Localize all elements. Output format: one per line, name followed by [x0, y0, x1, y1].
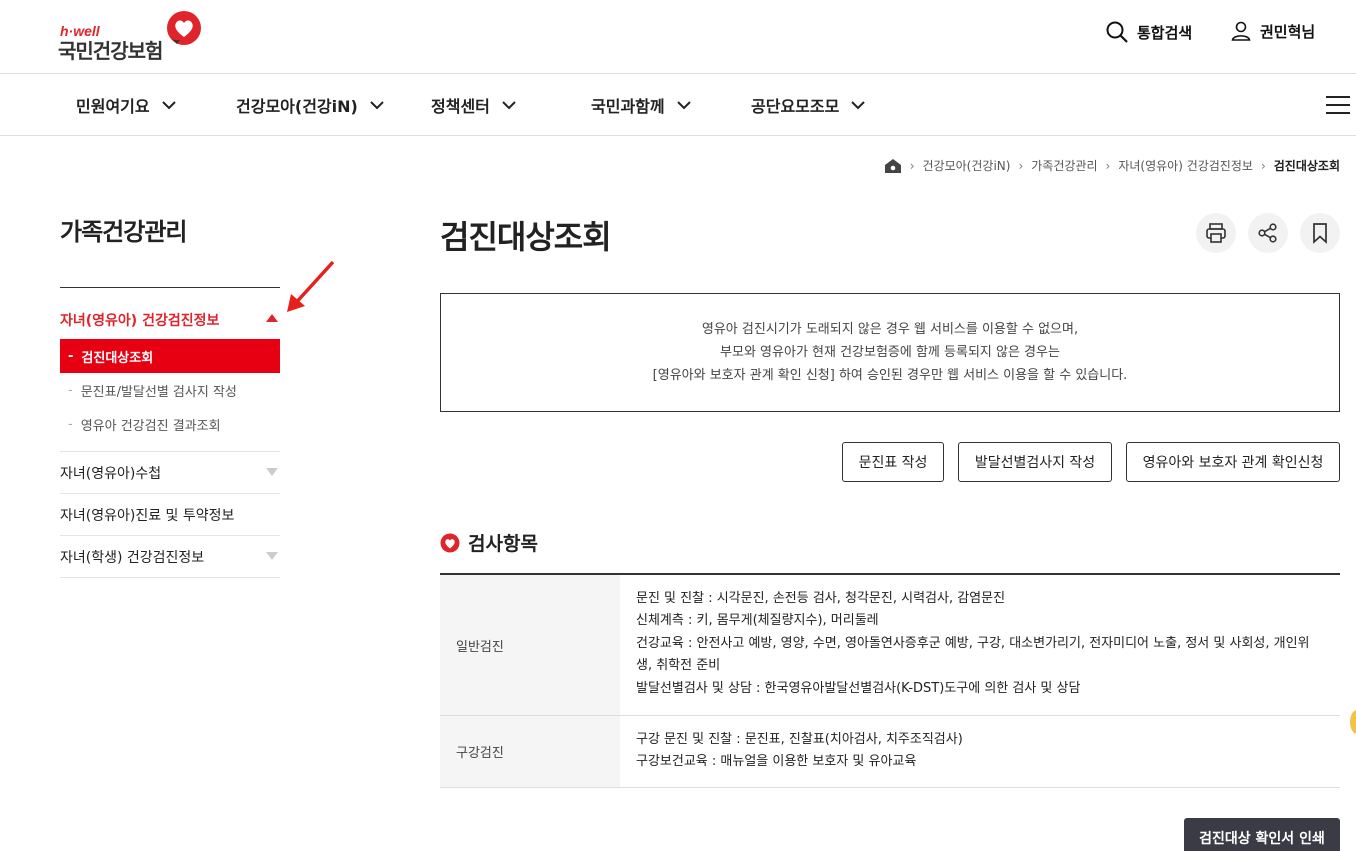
lnb-group[interactable]: 자녀(영유아)수첩 — [60, 451, 280, 493]
lnb-sub-active[interactable]: - 검진대상조회 — [60, 339, 280, 373]
chevron-right-icon: › — [909, 158, 915, 173]
notice-line: 영유아 검진시기가 도래되지 않은 경우 웹 서비스를 이용할 수 없으며, — [701, 321, 1079, 337]
site-header: h·well 국민건강보험 통합검색 권민혁님 — [0, 0, 1356, 74]
gnb-label: 민원여기요 — [76, 97, 150, 116]
lnb-group[interactable]: 자녀(학생) 건강검진정보 — [60, 535, 280, 577]
breadcrumb-current: 검진대상조회 — [1273, 159, 1340, 173]
gnb-item-civil[interactable]: 민원여기요 — [76, 93, 176, 117]
dev-screening-button[interactable]: 발달선별검사지 작성 — [958, 442, 1112, 482]
dash-icon: - — [68, 348, 74, 364]
logo-title: 국민건강보험 — [58, 39, 163, 63]
lnb-group-label: 자녀(학생) 건강검진정보 — [60, 549, 205, 566]
gnb-label: 공단요모조모 — [751, 97, 840, 116]
gnb-item-people[interactable]: 국민과함께 — [591, 93, 691, 117]
guardian-verify-button[interactable]: 영유아와 보호자 관계 확인신청 — [1126, 442, 1340, 482]
lnb-sub-item[interactable]: - 문진표/발달선별 검사지 작성 — [60, 381, 280, 400]
site-logo[interactable]: h·well 국민건강보험 — [58, 10, 208, 63]
exam-items-table: 일반검진 문진 및 진찰 : 시각문진, 손전등 검사, 청각문진, 시력검사,… — [440, 573, 1340, 788]
chevron-right-icon: › — [1018, 158, 1024, 173]
user-name: 권민혁님 — [1260, 22, 1316, 41]
gnb-label: 국민과함께 — [591, 97, 665, 116]
row-line: 구강보건교육 : 매뉴얼을 이용한 보호자 및 유아교육 — [636, 754, 917, 770]
row-line: 신체계측 : 키, 몸무게(체질량지수), 머리둘레 — [636, 613, 879, 629]
search-icon — [1106, 21, 1128, 43]
triangle-down-icon — [266, 552, 278, 560]
global-nav: 민원여기요 건강모아(건강iN) 정책센터 국민과함께 공단요모조모 — [0, 74, 1356, 136]
home-icon[interactable] — [884, 158, 902, 174]
lnb-group-label: 자녀(영유아)진료 및 투약정보 — [60, 507, 235, 524]
chevron-down-icon — [851, 101, 866, 110]
notice-line: [영유아와 보호자 관계 확인 신청] 하여 승인된 경우만 웹 서비스 이용을… — [652, 367, 1128, 383]
row-content: 구강 문진 및 진찰 : 문진표, 진찰표(치아검사, 치주조직검사) 구강보건… — [620, 716, 1340, 787]
integrated-search-button[interactable]: 통합검색 — [1105, 20, 1192, 44]
lnb-title: 가족건강관리 — [60, 218, 187, 246]
lnb-divider — [60, 287, 280, 288]
notice-box: 영유아 검진시기가 도래되지 않은 경우 웹 서비스를 이용할 수 없으며, 부… — [440, 293, 1340, 412]
bookmark-icon — [1313, 223, 1327, 244]
table-row: 구강검진 구강 문진 및 진찰 : 문진표, 진찰표(치아검사, 치주조직검사)… — [440, 716, 1340, 788]
floating-widget[interactable] — [1350, 710, 1356, 734]
annotation-arrow-icon — [287, 260, 335, 312]
section-title-text: 검사항목 — [468, 533, 538, 555]
chevron-down-icon — [502, 101, 516, 110]
row-line: 건강교육 : 안전사고 예방, 영양, 수면, 영아돌연사증후군 예방, 구강,… — [636, 635, 1310, 674]
breadcrumb-item[interactable]: 자녀(영유아) 건강검진정보 — [1118, 157, 1253, 174]
printer-icon — [1206, 223, 1226, 243]
row-header: 일반검진 — [440, 575, 620, 715]
breadcrumb-item[interactable]: 가족건강관리 — [1031, 157, 1097, 174]
triangle-down-icon — [266, 468, 278, 476]
heart-bullet-icon — [440, 533, 460, 552]
section-title: 검사항목 — [440, 529, 538, 556]
chevron-down-icon — [676, 101, 691, 110]
lnb-group-label: 자녀(영유아) 건강검진정보 — [60, 313, 220, 329]
gnb-item-policy[interactable]: 정책센터 — [431, 93, 516, 117]
row-header: 구강검진 — [440, 716, 620, 787]
triangle-up-icon — [266, 314, 278, 322]
gnb-label: 정책센터 — [431, 97, 490, 116]
page-title: 검진대상조회 — [440, 218, 612, 256]
lnb-group-active[interactable]: 자녀(영유아) 건강검진정보 — [60, 310, 280, 330]
user-menu-button[interactable]: 권민혁님 — [1230, 20, 1315, 42]
chevron-right-icon: › — [1105, 158, 1111, 173]
share-button[interactable] — [1248, 213, 1288, 253]
notice-line: 부모와 영유아가 현재 건강보험증에 함께 등록되지 않은 경우는 — [720, 344, 1060, 360]
print-confirmation-button[interactable]: 검진대상 확인서 인쇄 — [1184, 818, 1340, 851]
print-page-button[interactable] — [1196, 213, 1236, 253]
lnb-group[interactable]: 자녀(영유아)진료 및 투약정보 — [60, 493, 280, 535]
row-content: 문진 및 진찰 : 시각문진, 손전등 검사, 청각문진, 시력검사, 감염문진… — [620, 575, 1340, 715]
hamburger-menu-icon[interactable] — [1326, 96, 1350, 114]
gnb-item-health[interactable]: 건강모아(건강iN) — [236, 93, 384, 117]
chevron-down-icon — [370, 101, 384, 110]
breadcrumb: › 건강모아(건강iN) › 가족건강관리 › 자녀(영유아) 건강검진정보 ›… — [884, 157, 1340, 174]
gnb-label: 건강모아(건강iN) — [236, 97, 358, 116]
chevron-down-icon — [161, 101, 176, 110]
lnb-sub-item[interactable]: - 영유아 건강검진 결과조회 — [60, 415, 280, 434]
questionnaire-button[interactable]: 문진표 작성 — [842, 442, 944, 482]
search-label: 통합검색 — [1137, 23, 1193, 42]
table-row: 일반검진 문진 및 진찰 : 시각문진, 손전등 검사, 청각문진, 시력검사,… — [440, 575, 1340, 716]
chevron-right-icon: › — [1260, 158, 1266, 173]
dash-icon: - — [68, 383, 73, 398]
heart-logo-icon — [167, 11, 201, 45]
bookmark-button[interactable] — [1300, 213, 1340, 253]
gnb-item-about[interactable]: 공단요모조모 — [751, 93, 866, 117]
breadcrumb-item[interactable]: 건강모아(건강iN) — [923, 157, 1011, 174]
row-line: 발달선별검사 및 상담 : 한국영유아발달선별검사(K-DST)도구에 의한 검… — [636, 680, 1081, 696]
lnb-sub-label: 영유아 건강검진 결과조회 — [80, 419, 221, 434]
share-icon — [1258, 223, 1277, 243]
lnb-group-label: 자녀(영유아)수첩 — [60, 465, 162, 482]
lnb-sub-label: 검진대상조회 — [81, 350, 154, 366]
row-line: 문진 및 진찰 : 시각문진, 손전등 검사, 청각문진, 시력검사, 감염문진 — [636, 591, 1006, 606]
row-line: 구강 문진 및 진찰 : 문진표, 진찰표(치아검사, 치주조직검사) — [636, 732, 963, 747]
lnb-sub-label: 문진표/발달선별 검사지 작성 — [80, 385, 237, 400]
user-icon — [1231, 21, 1251, 41]
dash-icon: - — [68, 417, 73, 432]
lnb-divider — [60, 577, 280, 578]
